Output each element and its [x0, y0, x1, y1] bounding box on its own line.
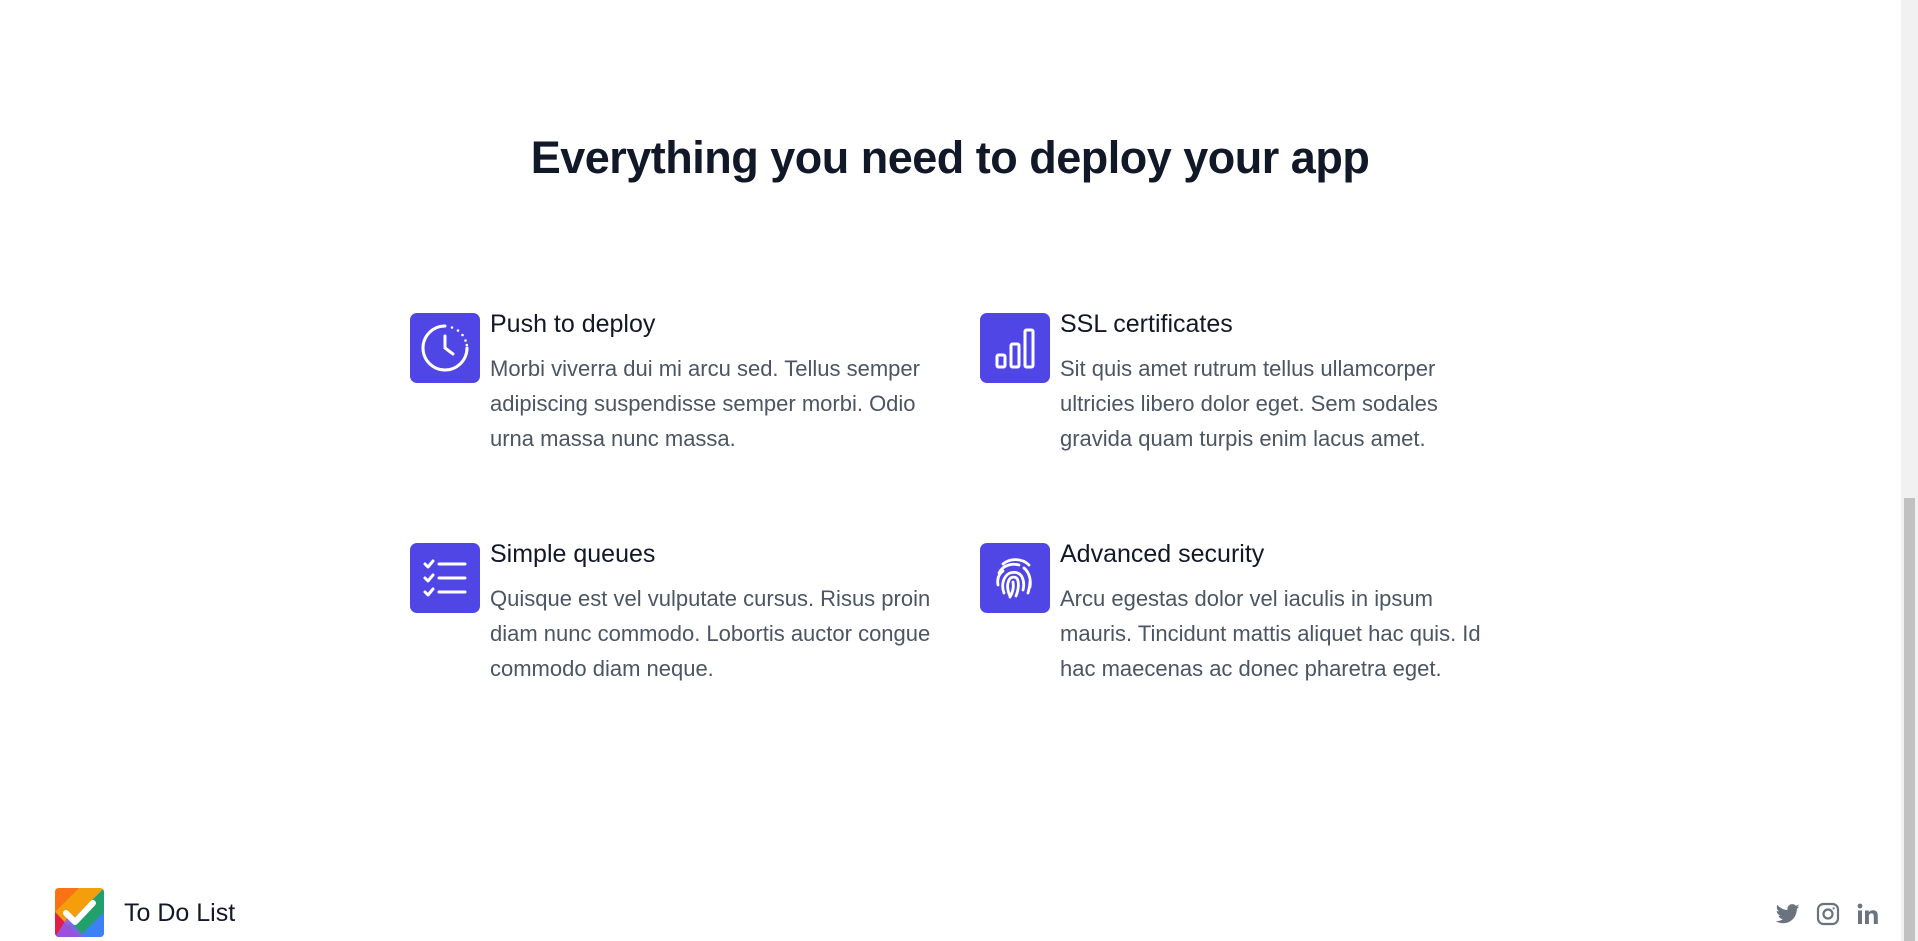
feature-title: SSL certificates [1060, 310, 1233, 338]
todo-logo-icon [55, 888, 104, 937]
feature-ssl-certificates: SSL certificates Sit quis amet rutrum te… [980, 310, 1510, 473]
page: Everything you need to deploy your app P… [0, 0, 1918, 941]
fingerprint-icon [980, 543, 1050, 613]
footer: To Do List [0, 880, 1900, 941]
feature-description: Morbi viverra dui mi arcu sed. Tellus se… [490, 356, 920, 451]
feature-title: Advanced security [1060, 540, 1265, 568]
feature-advanced-security: Advanced security Arcu egestas dolor vel… [980, 540, 1510, 703]
feature-title: Simple queues [490, 540, 656, 568]
scrollbar[interactable] [1901, 0, 1918, 941]
feature-title: Push to deploy [490, 310, 656, 338]
feature-simple-queues: Simple queues Quisque est vel vulputate … [410, 540, 940, 703]
brand[interactable]: To Do List [55, 888, 235, 937]
scrollbar-thumb[interactable] [1904, 498, 1915, 941]
feature-push-to-deploy: Push to deploy Morbi viverra dui mi arcu… [410, 310, 940, 473]
linkedin-icon[interactable] [1856, 902, 1880, 926]
section-title: Everything you need to deploy your app [530, 132, 1370, 183]
feature-description: Arcu egestas dolor vel iaculis in ipsum … [1060, 586, 1481, 681]
social-links [1776, 902, 1880, 926]
bar-chart-icon [980, 313, 1050, 383]
feature-description: Quisque est vel vulputate cursus. Risus … [490, 586, 931, 681]
feature-description: Sit quis amet rutrum tellus ullamcorper … [1060, 356, 1438, 451]
brand-name: To Do List [124, 898, 236, 927]
instagram-icon[interactable] [1816, 902, 1840, 926]
twitter-icon[interactable] [1776, 902, 1800, 926]
clock-icon [410, 313, 480, 383]
checklist-icon [410, 543, 480, 613]
